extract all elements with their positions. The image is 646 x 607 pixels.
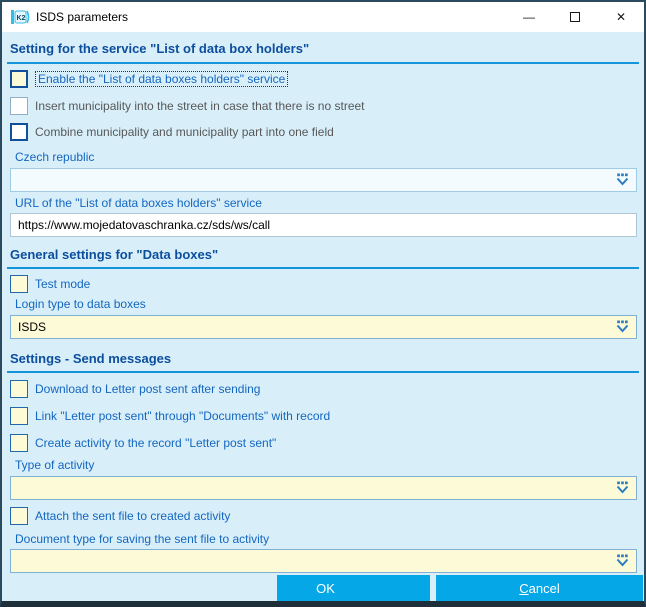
document-type-field-label: Document type for saving the sent file t… [15, 532, 270, 546]
checkbox-combine-municipality-label: Combine municipality and municipality pa… [35, 124, 334, 139]
dropdown-icon[interactable] [614, 173, 631, 187]
maximize-button[interactable] [552, 2, 598, 32]
isds-parameters-dialog: K2 ISDS parameters — ✕ Setting for the s… [0, 0, 646, 607]
section-title-general: General settings for "Data boxes" [10, 247, 219, 262]
dropdown-icon[interactable] [614, 320, 631, 334]
section-title-send-messages: Settings - Send messages [10, 351, 172, 366]
checkbox-enable-service-label[interactable]: Enable the "List of data boxes holders" … [35, 70, 289, 87]
checkbox-row-link-letter-post: Link "Letter post sent" through "Documen… [10, 406, 330, 425]
maximize-icon [570, 12, 580, 22]
section-rule [7, 371, 639, 373]
checkbox-insert-municipality-label: Insert municipality into the street in c… [35, 98, 365, 113]
checkbox-row-download-letter-post: Download to Letter post sent after sendi… [10, 379, 260, 398]
checkbox-test-mode[interactable] [10, 274, 28, 293]
minimize-button[interactable]: — [506, 2, 552, 32]
k2-logo-icon: K2 [11, 9, 30, 25]
checkbox-enable-service[interactable] [10, 69, 28, 88]
cancel-button[interactable]: Cancel [436, 575, 643, 601]
checkbox-row-combine-municipality: Combine municipality and municipality pa… [10, 122, 334, 141]
section-rule [7, 267, 639, 269]
title-bar: K2 ISDS parameters — ✕ [2, 2, 644, 32]
checkbox-test-mode-label[interactable]: Test mode [35, 277, 90, 291]
checkbox-attach-sent-file-label[interactable]: Attach the sent file to created activity [35, 509, 230, 523]
checkbox-row-enable-service: Enable the "List of data boxes holders" … [10, 69, 289, 88]
login-type-dropdown-value: ISDS [18, 320, 47, 334]
url-field-value: https://www.mojedatovaschranka.cz/sds/ws… [18, 218, 271, 232]
svg-text:K2: K2 [17, 15, 26, 22]
section-title-service: Setting for the service "List of data bo… [10, 41, 310, 56]
close-icon: ✕ [615, 10, 627, 24]
checkbox-row-attach-sent-file: Attach the sent file to created activity [10, 506, 230, 525]
checkbox-create-activity-label[interactable]: Create activity to the record "Letter po… [35, 436, 276, 450]
country-dropdown[interactable] [10, 168, 637, 192]
checkbox-link-letter-post[interactable] [10, 406, 28, 425]
dropdown-icon[interactable] [614, 481, 631, 495]
checkbox-row-test-mode: Test mode [10, 274, 90, 293]
checkbox-download-letter-post-label[interactable]: Download to Letter post sent after sendi… [35, 382, 260, 396]
cancel-button-accelerator: C [519, 580, 529, 596]
section-rule [7, 62, 639, 64]
minimize-icon: — [523, 10, 535, 24]
close-button[interactable]: ✕ [598, 2, 644, 32]
checkbox-row-create-activity: Create activity to the record "Letter po… [10, 433, 276, 452]
login-type-field-label: Login type to data boxes [15, 297, 146, 311]
checkbox-attach-sent-file[interactable] [10, 506, 28, 525]
window-title: ISDS parameters [36, 10, 129, 24]
ok-button-label: OK [316, 580, 335, 596]
checkbox-combine-municipality[interactable] [10, 122, 28, 141]
type-of-activity-dropdown[interactable] [10, 476, 637, 500]
url-field[interactable]: https://www.mojedatovaschranka.cz/sds/ws… [10, 213, 637, 237]
country-field-label: Czech republic [15, 150, 95, 164]
type-of-activity-field-label: Type of activity [15, 458, 95, 472]
checkbox-link-letter-post-label[interactable]: Link "Letter post sent" through "Documen… [35, 409, 330, 423]
checkbox-row-insert-municipality: Insert municipality into the street in c… [10, 96, 365, 115]
ok-button[interactable]: OK [277, 575, 430, 601]
checkbox-create-activity[interactable] [10, 433, 28, 452]
login-type-dropdown[interactable]: ISDS [10, 315, 637, 339]
cancel-button-label: ancel [528, 580, 560, 596]
document-type-dropdown[interactable] [10, 549, 637, 573]
checkbox-insert-municipality [10, 96, 28, 115]
checkbox-download-letter-post[interactable] [10, 379, 28, 398]
url-field-label: URL of the "List of data boxes holders" … [15, 196, 262, 210]
dropdown-icon[interactable] [614, 554, 631, 568]
